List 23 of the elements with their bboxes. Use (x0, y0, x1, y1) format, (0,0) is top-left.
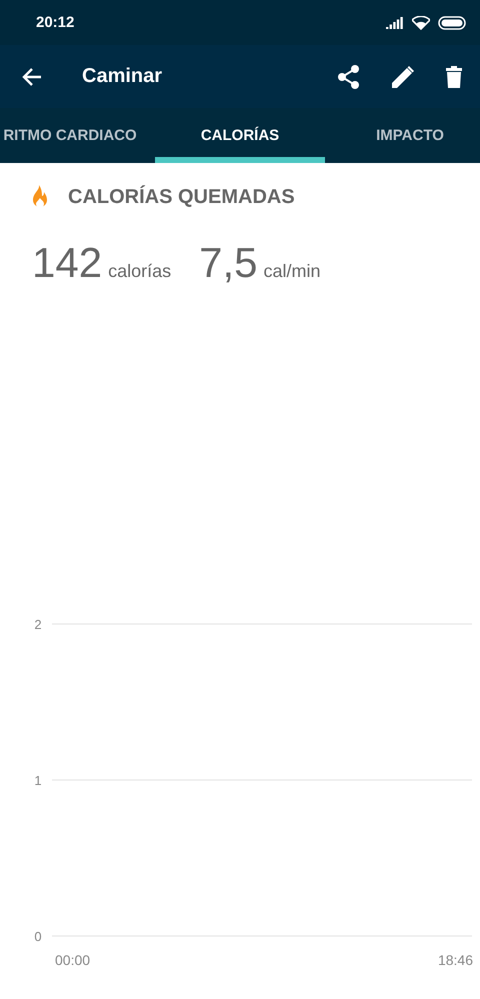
back-icon[interactable] (22, 68, 42, 86)
stat-unit: cal/min (264, 261, 321, 282)
trash-icon[interactable] (446, 66, 462, 88)
signal-icon (386, 16, 404, 28)
status-time: 20:12 (36, 14, 74, 31)
tab[interactable]: CALORÍAS (155, 108, 325, 163)
wifi-icon (412, 16, 430, 30)
tab[interactable]: RITMO CARDIACO (0, 108, 155, 163)
stat-value: 7,5 (199, 239, 258, 287)
tab[interactable]: IMPACTO (325, 108, 480, 163)
y-tick-label: 1 (34, 773, 42, 788)
stat-unit: calorías (108, 261, 172, 282)
x-tick-label: 00:00 (55, 952, 90, 968)
stat-value: 142 (32, 239, 102, 287)
section-title: CALORÍAS QUEMADAS (68, 186, 295, 208)
y-tick-label: 2 (34, 617, 42, 632)
flame-icon (30, 185, 50, 209)
y-tick-label: 0 (34, 929, 42, 944)
x-tick-label: 18:46 (438, 952, 473, 968)
pencil-icon[interactable] (392, 66, 414, 88)
battery-icon (438, 16, 466, 30)
screen-title: Caminar (82, 65, 164, 88)
share-icon[interactable] (338, 64, 360, 88)
